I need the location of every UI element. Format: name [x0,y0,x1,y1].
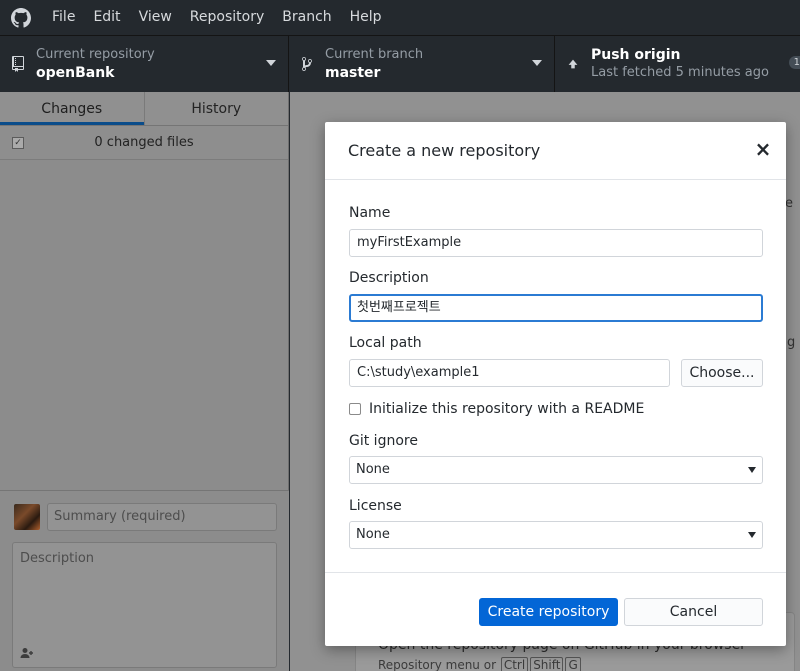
current-branch-label: Current branch [325,47,424,62]
menu-repository[interactable]: Repository [181,0,273,35]
chevron-down-icon [748,532,756,538]
chevron-down-icon [266,60,276,66]
avatar [14,504,40,530]
suggestion-hint: Repository menu or Ctrl Shift G [378,657,582,671]
push-origin-title: Push origin [591,47,681,63]
name-label: Name [349,205,391,221]
suggestion-hint-text: Repository menu or [378,658,496,671]
current-branch-button[interactable]: Current branch master [289,36,555,92]
readme-checkbox-row[interactable]: Initialize this repository with a README [349,401,644,417]
changed-files-count: 0 changed files [94,135,194,150]
push-count-badge: 1 [788,56,800,69]
arrow-up-icon [555,57,591,71]
description-label: Description [349,270,429,286]
readme-label: Initialize this repository with a README [369,401,645,417]
summary-input[interactable]: Summary (required) [47,503,277,531]
toolbar: Current repository openBank Current bran… [0,35,800,92]
create-repository-button[interactable]: Create repository [479,598,618,626]
push-origin-button[interactable]: Push origin Last fetched 5 minutes ago 1 [555,36,800,92]
sidebar-tabs: Changes History [0,92,288,126]
branch-icon [289,56,325,72]
dialog-footer: Create repository Cancel [325,572,786,646]
license-value: None [356,527,390,542]
sidebar: Changes History ✓ 0 changed files Summar… [0,92,289,671]
background-text: e [785,196,793,211]
gitignore-value: None [356,462,390,477]
menu-file[interactable]: File [42,0,84,35]
background-text: g [787,335,796,350]
select-all-checkbox[interactable]: ✓ [12,136,24,149]
commit-description-input[interactable]: Description [12,542,277,668]
cancel-button[interactable]: Cancel [624,598,763,626]
menu-help[interactable]: Help [341,0,391,35]
kbd-g: G [565,657,581,671]
menu-bar: File Edit View Repository Branch Help [0,0,800,35]
kbd-ctrl: Ctrl [500,657,529,671]
current-repository-label: Current repository [36,47,155,62]
name-input[interactable]: myFirstExample [349,229,763,257]
last-fetched-text: Last fetched 5 minutes ago [591,65,769,80]
chevron-down-icon [532,60,542,66]
create-repository-dialog: Create a new repository × Name myFirstEx… [325,122,786,646]
gitignore-select[interactable]: None [349,456,763,484]
changes-header: ✓ 0 changed files [0,126,288,160]
commit-area: Summary (required) Description [0,490,289,671]
menu-view[interactable]: View [130,0,181,35]
local-path-input[interactable]: C:\study\example1 [349,359,670,387]
repo-icon [0,56,36,72]
tab-changes[interactable]: Changes [0,92,144,125]
license-select[interactable]: None [349,521,763,549]
local-path-label: Local path [349,335,422,351]
dialog-header: Create a new repository [325,122,786,180]
add-coauthor-icon[interactable] [20,647,34,662]
current-branch-name: master [325,65,381,81]
current-repository-button[interactable]: Current repository openBank [0,36,289,92]
close-icon[interactable]: × [754,139,772,159]
dialog-title: Create a new repository [348,141,541,160]
description-placeholder: Description [20,551,95,566]
choose-button[interactable]: Choose... [681,359,763,387]
github-logo-icon [0,0,42,35]
kbd-shift: Shift [530,657,564,671]
gitignore-label: Git ignore [349,433,418,449]
menu-edit[interactable]: Edit [84,0,129,35]
menu-branch[interactable]: Branch [273,0,340,35]
license-label: License [349,498,402,514]
chevron-down-icon [748,467,756,473]
readme-checkbox[interactable] [349,403,361,415]
current-repository-name: openBank [36,65,115,81]
tab-history[interactable]: History [143,92,289,125]
description-input[interactable]: 첫번째프로젝트 [349,294,763,322]
